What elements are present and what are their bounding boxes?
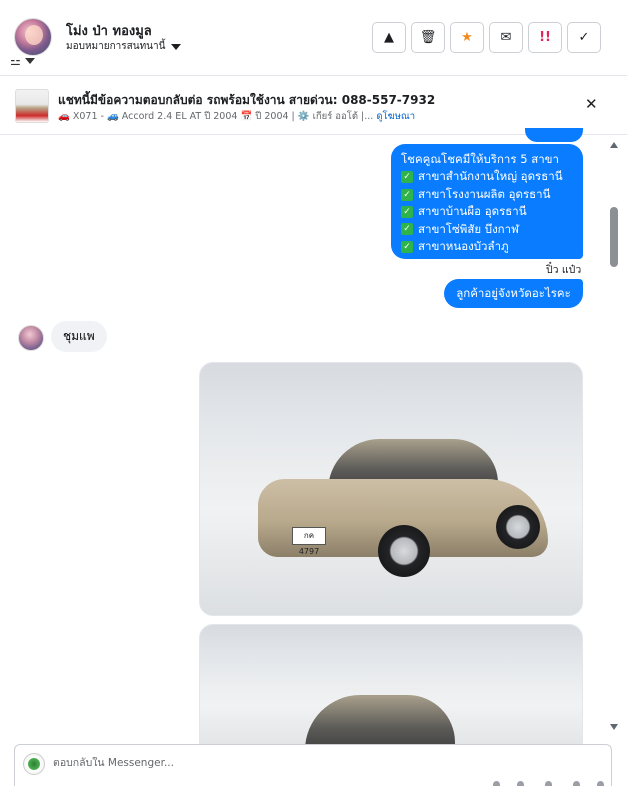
envelope-icon: ✉ bbox=[500, 30, 512, 45]
reply-input[interactable] bbox=[53, 757, 453, 769]
contact-avatar[interactable] bbox=[14, 18, 52, 56]
toolbar-icon[interactable] bbox=[545, 781, 552, 786]
header-actions: ▲ 🗑 ★ ✉ !! ✓ bbox=[372, 22, 601, 53]
done-button[interactable]: ✓ bbox=[567, 22, 601, 53]
star-button[interactable]: ★ bbox=[450, 22, 484, 53]
message-bubble-outgoing bbox=[525, 128, 583, 142]
branch-label: สาขาหนองบัวลำภู bbox=[418, 239, 509, 254]
follow-up-button[interactable]: !! bbox=[528, 22, 562, 53]
car-wheel-shape bbox=[378, 525, 430, 577]
car-photo-attachment[interactable]: กค 4797 bbox=[199, 362, 583, 616]
conversation-header: ⚍ โม่ง ป่า ทองมูล มอบหมายการสนทนานี้ ▲ 🗑… bbox=[0, 0, 627, 76]
ad-thumbnail[interactable] bbox=[15, 89, 49, 123]
assign-conversation-dropdown[interactable]: มอบหมายการสนทนานี้ bbox=[66, 39, 182, 54]
toolbar-icon[interactable] bbox=[517, 781, 524, 786]
check-mark-icon: ✓ bbox=[401, 188, 413, 201]
toolbar-icon[interactable] bbox=[597, 781, 604, 786]
star-icon: ★ bbox=[461, 30, 473, 45]
scrollbar-thumb[interactable] bbox=[610, 207, 618, 267]
ad-meta: 🚗 X071 - 🚙 Accord 2.4 EL AT ปี 2004 📅 ปี… bbox=[58, 109, 415, 124]
ad-context-bar: แชทนี้มีข้อความตอบกลับต่อ รถพร้อมใช้งาน … bbox=[0, 77, 627, 135]
toolbar-icon[interactable] bbox=[493, 781, 500, 786]
check-mark-icon: ✓ bbox=[401, 171, 413, 184]
delete-button[interactable]: 🗑 bbox=[411, 22, 445, 53]
contact-name[interactable]: โม่ง ป่า ทองมูล bbox=[66, 20, 152, 41]
branch-item: ✓ สาขาสำนักงานใหญ่ อุดรธานี bbox=[401, 168, 573, 185]
warning-icon: ▲ bbox=[384, 30, 394, 45]
message-text: โชคคูณโชคมีให้บริการ 5 สาขา bbox=[401, 152, 559, 166]
assign-label: มอบหมายการสนทนานี้ bbox=[66, 41, 166, 52]
reply-composer bbox=[14, 744, 612, 786]
car-photo-attachment[interactable] bbox=[199, 624, 583, 764]
branch-item: ✓ สาขาหนองบัวลำภู bbox=[401, 238, 573, 255]
branch-item: ✓ สาขาโซ่พิสัย บึงกาฬ bbox=[401, 221, 573, 238]
ad-meta-text: 🚗 X071 - 🚙 Accord 2.4 EL AT ปี 2004 📅 ปี… bbox=[58, 111, 374, 122]
branch-item: ✓ สาขาบ้านผือ อุดรธานี bbox=[401, 203, 573, 220]
view-ad-link[interactable]: ดูโฆษณา bbox=[376, 111, 415, 122]
branch-label: สาขาสำนักงานใหญ่ อุดรธานี bbox=[418, 169, 563, 184]
check-mark-icon: ✓ bbox=[401, 223, 413, 236]
car-wheel-shape bbox=[496, 505, 540, 549]
branch-label: สาขาบ้านผือ อุดรธานี bbox=[418, 204, 527, 219]
trash-icon: 🗑 bbox=[419, 30, 437, 45]
urgent-icon: !! bbox=[539, 30, 551, 45]
page-avatar bbox=[23, 753, 45, 775]
mark-unread-button[interactable]: ✉ bbox=[489, 22, 523, 53]
branch-label: สาขาโซ่พิสัย บึงกาฬ bbox=[418, 221, 519, 236]
chevron-down-icon bbox=[24, 58, 35, 64]
branch-label: สาขาโรงงานผลิต อุดรธานี bbox=[418, 186, 551, 201]
check-mark-icon: ✓ bbox=[401, 240, 413, 253]
message-bubble-incoming[interactable]: ชุมแพ bbox=[51, 321, 107, 352]
scroll-down-arrow-icon[interactable] bbox=[610, 724, 618, 730]
license-plate: กค 4797 bbox=[292, 527, 326, 556]
check-icon: ✓ bbox=[578, 30, 590, 45]
filter-menu[interactable]: ⚍ bbox=[10, 54, 35, 68]
composer-toolbar bbox=[485, 781, 605, 786]
check-mark-icon: ✓ bbox=[401, 205, 413, 218]
message-bubble-outgoing[interactable]: ลูกค้าอยู่จังหวัดอะไรคะ bbox=[444, 279, 583, 308]
customer-avatar[interactable] bbox=[18, 325, 44, 351]
sender-label: ปิ๋ว แป๋ว bbox=[546, 264, 582, 276]
report-button[interactable]: ▲ bbox=[372, 22, 406, 53]
chevron-down-icon bbox=[171, 43, 182, 50]
message-bubble-outgoing[interactable]: โชคคูณโชคมีให้บริการ 5 สาขา ✓ สาขาสำนักง… bbox=[391, 144, 583, 259]
ad-title: แชทนี้มีข้อความตอบกลับต่อ รถพร้อมใช้งาน … bbox=[58, 93, 436, 107]
close-icon[interactable]: ✕ bbox=[585, 95, 598, 113]
filter-sliders-icon: ⚍ bbox=[10, 54, 21, 68]
branch-item: ✓ สาขาโรงงานผลิต อุดรธานี bbox=[401, 186, 573, 203]
toolbar-icon[interactable] bbox=[573, 781, 580, 786]
scroll-up-arrow-icon[interactable] bbox=[610, 142, 618, 148]
